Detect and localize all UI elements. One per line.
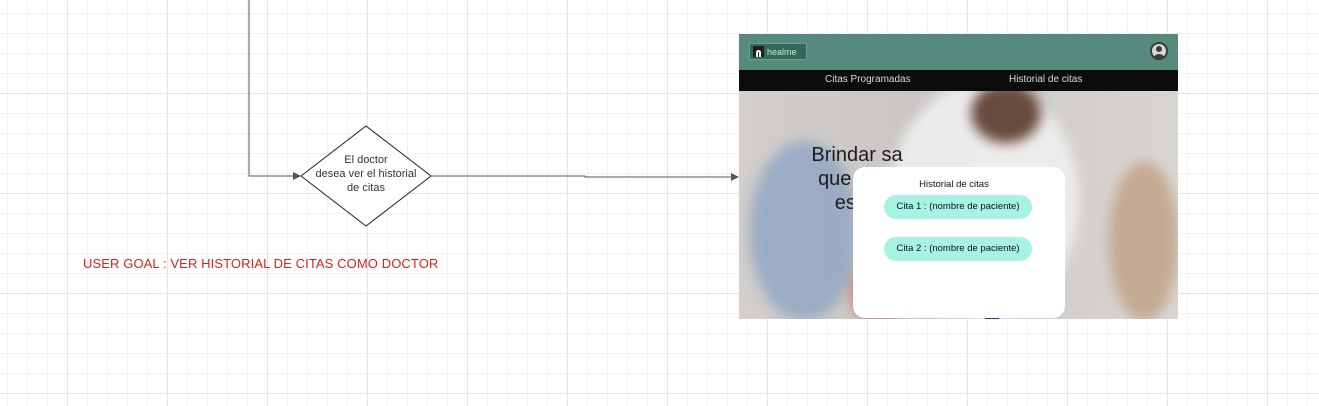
decision-line: El doctor	[344, 154, 388, 166]
modal-title: Historial de citas	[919, 179, 989, 190]
nav-citas-programadas[interactable]: Citas Programadas	[825, 74, 911, 85]
decision-label: El doctor desea ver el historial de cita…	[306, 153, 426, 195]
hero-line: Brindar sa	[811, 144, 903, 166]
user-goal-text: USER GOAL : VER HISTORIAL DE CITAS COMO …	[83, 256, 439, 271]
logo-text: healme	[767, 46, 797, 57]
nav-historial-de-citas[interactable]: Historial de citas	[1009, 74, 1082, 85]
user-avatar-icon[interactable]	[1150, 42, 1168, 60]
decision-line: de citas	[347, 182, 385, 194]
hero-image: Brindar sa que no p es ur Historial de c…	[739, 91, 1178, 319]
outgoing-connector	[431, 173, 739, 181]
cita-item[interactable]: Cita 1 : (nombre de paciente)	[884, 195, 1032, 219]
decision-line: desea ver el historial	[315, 168, 417, 180]
cita-item[interactable]: Cita 2 : (nombre de paciente)	[884, 237, 1032, 261]
historial-modal: Historial de citas Cita 1 : (nombre de p…	[853, 167, 1065, 318]
app-mockup: healme Citas Programadas Historial de ci…	[739, 34, 1178, 319]
app-logo[interactable]: healme	[749, 43, 807, 60]
logo-icon	[753, 46, 764, 57]
incoming-connector	[248, 0, 301, 180]
hero-person-blur	[1109, 161, 1178, 319]
mockup-nav: Citas Programadas Historial de citas	[739, 70, 1178, 91]
mockup-header: healme	[739, 34, 1178, 70]
